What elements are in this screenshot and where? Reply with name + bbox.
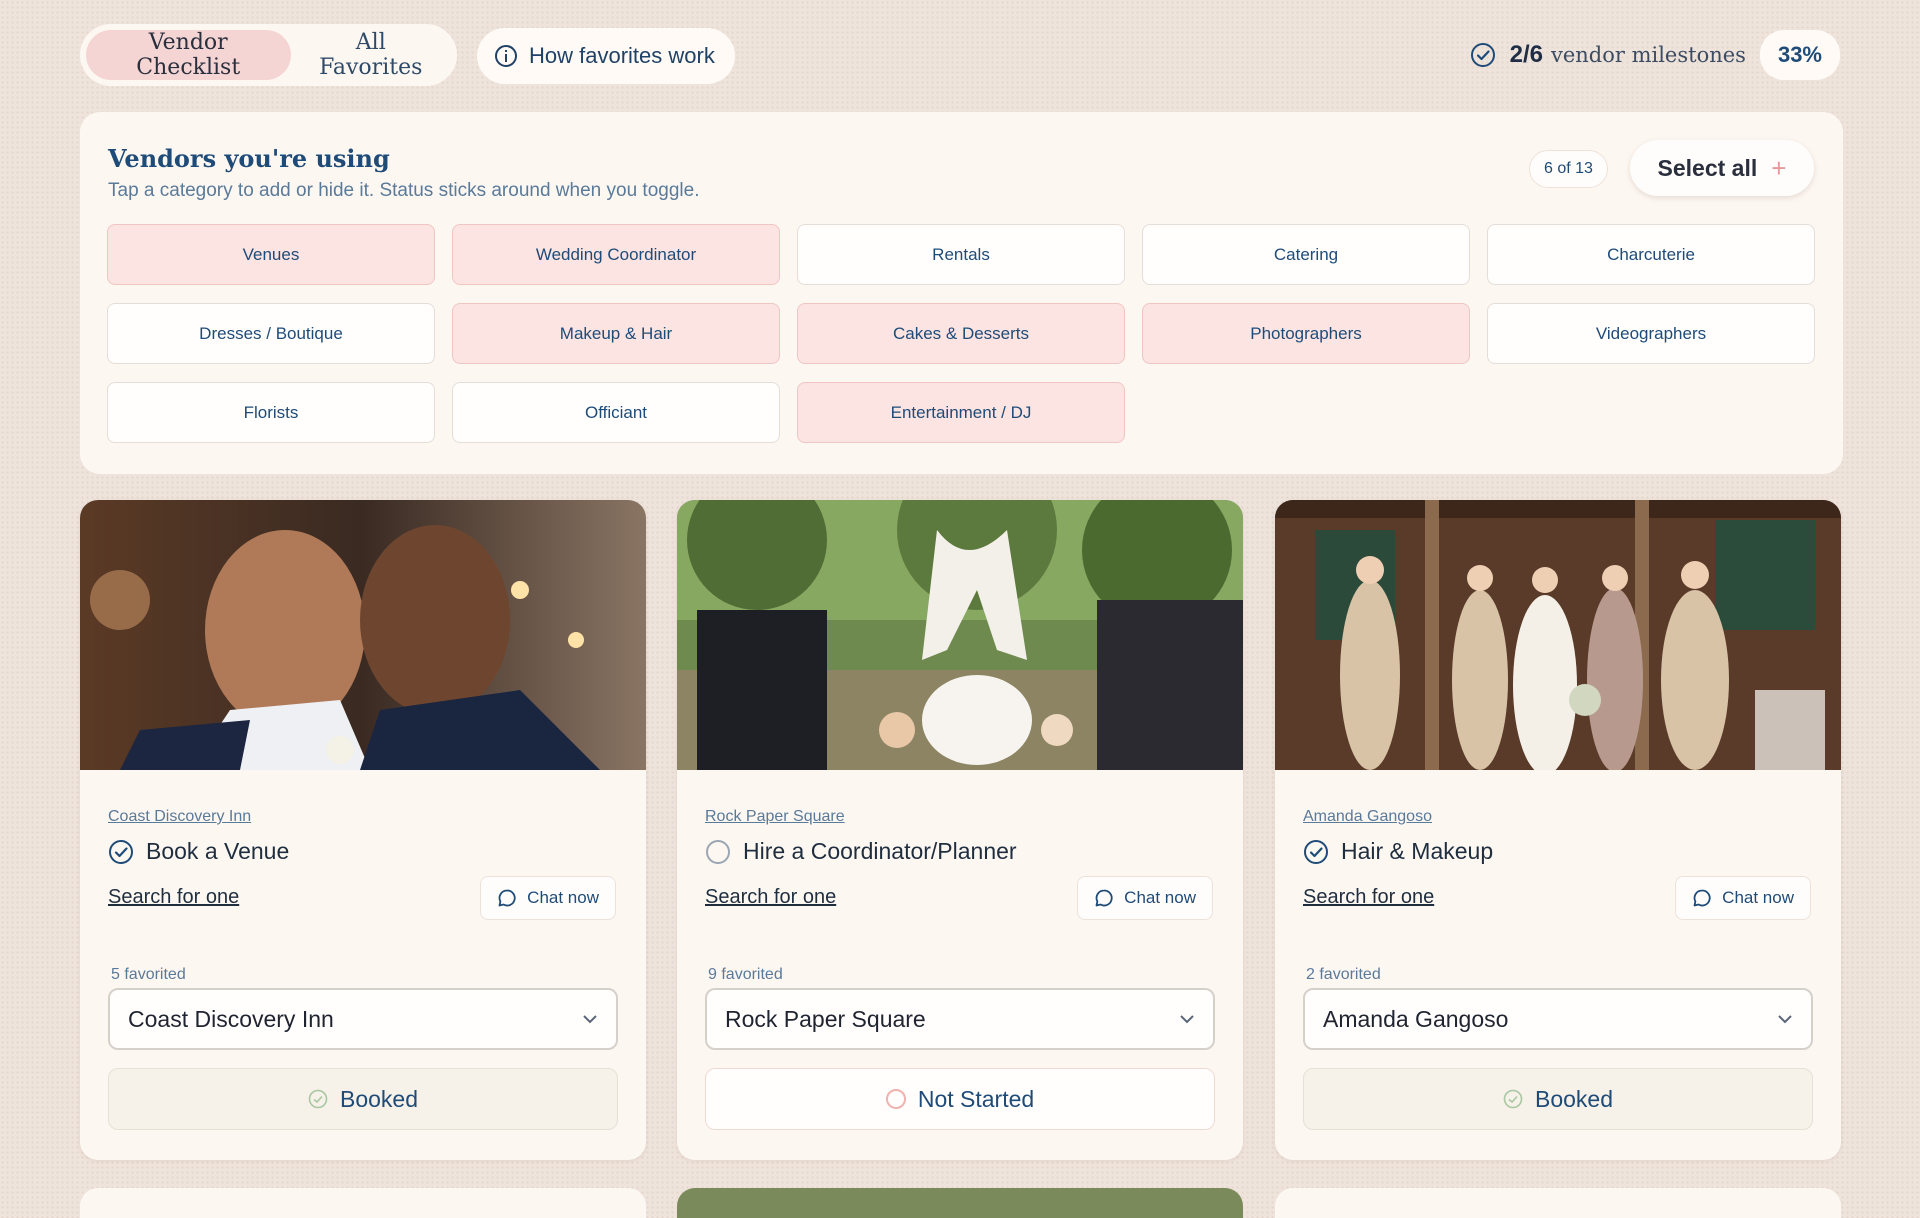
category-chip[interactable]: Venues bbox=[107, 224, 435, 285]
how-favorites-work-button[interactable]: How favorites work bbox=[477, 28, 735, 84]
view-toggle: Vendor Checklist All Favorites bbox=[80, 24, 457, 86]
status-button[interactable]: Not Started bbox=[705, 1068, 1215, 1130]
search-link[interactable]: Search for one bbox=[705, 886, 836, 909]
top-bar: Vendor Checklist All Favorites How favor… bbox=[80, 24, 1840, 86]
category-chip[interactable]: Florists bbox=[107, 382, 435, 443]
favorited-count: 2 favorited bbox=[1306, 966, 1381, 983]
milestone-label: vendor milestones bbox=[1550, 43, 1746, 67]
category-chip[interactable]: Makeup & Hair bbox=[452, 303, 780, 364]
milestone-count: 2/6 bbox=[1509, 41, 1543, 68]
status-label: Booked bbox=[1534, 1085, 1613, 1112]
category-chip[interactable]: Entertainment / DJ bbox=[797, 382, 1125, 443]
vendor-select-value: Rock Paper Square bbox=[725, 1005, 926, 1032]
panel-subtitle: Tap a category to add or hide it. Status… bbox=[108, 180, 700, 201]
vendor-select-value: Coast Discovery Inn bbox=[128, 1005, 334, 1032]
category-chips: Venues Wedding Coordinator Rentals Catering… bbox=[107, 224, 1817, 443]
category-chip[interactable]: Photographers bbox=[1142, 303, 1470, 364]
status-label: Not Started bbox=[917, 1085, 1035, 1112]
chat-bubble-icon bbox=[1095, 889, 1113, 907]
chevron-down-icon bbox=[1778, 1015, 1792, 1024]
status-label: Booked bbox=[339, 1085, 418, 1112]
couple-photo bbox=[80, 500, 646, 770]
vendor-name-link[interactable]: Rock Paper Square bbox=[705, 808, 845, 826]
vendor-select[interactable]: Rock Paper Square bbox=[705, 988, 1215, 1050]
how-favorites-work-label: How favorites work bbox=[529, 43, 715, 68]
favorited-count: 5 favorited bbox=[111, 966, 186, 983]
ceremony-photo bbox=[677, 500, 1243, 770]
chevron-down-icon bbox=[583, 1015, 597, 1024]
search-link[interactable]: Search for one bbox=[1303, 886, 1434, 909]
check-circle-icon[interactable] bbox=[108, 839, 134, 865]
tab-all-favorites[interactable]: All Favorites bbox=[291, 30, 452, 80]
vendor-card-hair-makeup: Amanda Gangoso Hair & Makeup Search for … bbox=[1275, 500, 1841, 1160]
vendor-name-link[interactable]: Coast Discovery Inn bbox=[108, 808, 251, 826]
category-chip[interactable]: Rentals bbox=[797, 224, 1125, 285]
category-chip[interactable]: Dresses / Boutique bbox=[107, 303, 435, 364]
vendor-select[interactable]: Amanda Gangoso bbox=[1303, 988, 1813, 1050]
empty-circle-icon bbox=[885, 1089, 906, 1109]
category-chip[interactable]: Cakes & Desserts bbox=[797, 303, 1125, 364]
next-card-peek bbox=[677, 1188, 1243, 1218]
tab-vendor-checklist[interactable]: Vendor Checklist bbox=[86, 30, 291, 80]
select-all-label: Select all bbox=[1657, 154, 1758, 181]
chevron-down-icon bbox=[1180, 1015, 1194, 1024]
selected-count-badge: 6 of 13 bbox=[1529, 150, 1608, 188]
task-row: Book a Venue bbox=[108, 838, 289, 865]
favorited-count: 9 favorited bbox=[708, 966, 783, 983]
search-link[interactable]: Search for one bbox=[108, 886, 239, 909]
chat-now-label: Chat now bbox=[527, 888, 599, 907]
chat-now-button[interactable]: Chat now bbox=[1077, 876, 1213, 920]
plus-icon: + bbox=[1771, 152, 1787, 183]
vendors-panel: Vendors you're using Tap a category to a… bbox=[80, 112, 1843, 474]
next-card-peek bbox=[1275, 1188, 1841, 1218]
milestone-progress: 2/6 vendor milestones 33% bbox=[1470, 24, 1840, 86]
check-circle-icon bbox=[308, 1089, 328, 1109]
task-label: Hire a Coordinator/Planner bbox=[743, 838, 1017, 864]
chat-now-label: Chat now bbox=[1722, 888, 1794, 907]
category-chip[interactable]: Charcuterie bbox=[1487, 224, 1815, 285]
chat-bubble-icon bbox=[1693, 889, 1711, 907]
category-chip[interactable]: Wedding Coordinator bbox=[452, 224, 780, 285]
bridal-party-photo bbox=[1275, 500, 1841, 770]
vendor-select-value: Amanda Gangoso bbox=[1323, 1005, 1509, 1032]
task-label: Hair & Makeup bbox=[1341, 838, 1494, 864]
category-chip[interactable]: Catering bbox=[1142, 224, 1470, 285]
task-row: Hire a Coordinator/Planner bbox=[705, 838, 1017, 865]
task-label: Book a Venue bbox=[146, 838, 290, 864]
category-chip[interactable]: Officiant bbox=[452, 382, 780, 443]
vendor-name-link[interactable]: Amanda Gangoso bbox=[1303, 808, 1432, 826]
chat-bubble-icon bbox=[498, 889, 516, 907]
next-card-peek bbox=[80, 1188, 646, 1218]
milestone-percent-badge: 33% bbox=[1759, 30, 1840, 80]
chat-now-label: Chat now bbox=[1124, 888, 1196, 907]
status-button[interactable]: Booked bbox=[108, 1068, 618, 1130]
check-circle-icon[interactable] bbox=[1303, 839, 1329, 865]
panel-title: Vendors you're using bbox=[108, 144, 390, 173]
chat-now-button[interactable]: Chat now bbox=[480, 876, 616, 920]
status-button[interactable]: Booked bbox=[1303, 1068, 1813, 1130]
vendor-select[interactable]: Coast Discovery Inn bbox=[108, 988, 618, 1050]
select-all-button[interactable]: Select all + bbox=[1630, 140, 1814, 196]
category-chip[interactable]: Videographers bbox=[1487, 303, 1815, 364]
vendor-card-venue: Coast Discovery Inn Book a Venue Search … bbox=[80, 500, 646, 1160]
check-circle-icon bbox=[1503, 1089, 1523, 1109]
task-row: Hair & Makeup bbox=[1303, 838, 1493, 865]
check-circle-icon bbox=[1470, 43, 1495, 67]
vendor-card-coordinator: Rock Paper Square Hire a Coordinator/Pla… bbox=[677, 500, 1243, 1160]
chat-now-button[interactable]: Chat now bbox=[1675, 876, 1811, 920]
info-icon bbox=[495, 45, 517, 67]
empty-circle-icon[interactable] bbox=[705, 839, 731, 865]
